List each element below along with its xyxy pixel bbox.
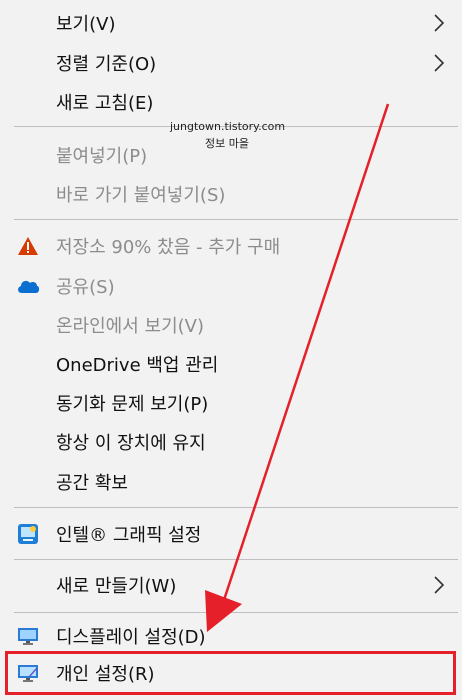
- display-monitor-icon: [16, 624, 40, 648]
- menu-separator: [14, 559, 458, 560]
- menu-item-onedrive-backup[interactable]: OneDrive 백업 관리: [0, 345, 462, 383]
- menu-item-label: 정렬 기준(O): [56, 54, 157, 75]
- menu-item-sync-issues[interactable]: 동기화 문제 보기(P): [0, 384, 462, 422]
- chevron-right-icon: [434, 14, 445, 32]
- menu-item-label: 항상 이 장치에 유지: [56, 433, 206, 454]
- chevron-right-icon: [434, 54, 445, 72]
- menu-item-intel-graphics[interactable]: 인텔® 그래픽 설정: [0, 515, 462, 553]
- menu-item-view-online[interactable]: 온라인에서 보기(V): [0, 306, 462, 344]
- menu-item-paste[interactable]: 붙여넣기(P): [0, 136, 462, 174]
- menu-item-new[interactable]: 새로 만들기(W): [0, 566, 462, 604]
- intel-graphics-icon: [16, 522, 40, 546]
- menu-separator: [14, 219, 458, 220]
- onedrive-cloud-icon: [16, 274, 40, 298]
- context-menu: 보기(V) 정렬 기준(O) 새로 고침(E) jungtown.tistory…: [0, 0, 462, 700]
- menu-item-paste-shortcut[interactable]: 바로 가기 붙여넣기(S): [0, 175, 462, 213]
- menu-item-always-keep[interactable]: 항상 이 장치에 유지: [0, 423, 462, 461]
- menu-item-sort-by[interactable]: 정렬 기준(O): [0, 44, 462, 82]
- menu-item-refresh[interactable]: 새로 고침(E): [0, 83, 462, 121]
- menu-item-label: 인텔® 그래픽 설정: [56, 525, 202, 546]
- menu-item-label: 붙여넣기(P): [56, 146, 148, 167]
- menu-item-free-space[interactable]: 공간 확보: [0, 463, 462, 501]
- menu-item-label: 저장소 90% 찼음 - 추가 구매: [56, 237, 281, 258]
- menu-item-display-settings[interactable]: 디스플레이 설정(D): [0, 617, 462, 655]
- menu-item-label: 온라인에서 보기(V): [56, 316, 204, 337]
- menu-item-view[interactable]: 보기(V): [0, 4, 462, 42]
- menu-item-label: 새로 고침(E): [56, 93, 154, 114]
- menu-separator: [14, 507, 458, 508]
- menu-item-share[interactable]: 공유(S): [0, 267, 462, 305]
- warning-icon: [16, 234, 40, 258]
- menu-item-label: 공간 확보: [56, 473, 128, 494]
- menu-item-storage-full[interactable]: 저장소 90% 찼음 - 추가 구매: [0, 227, 462, 265]
- menu-item-label: 바로 가기 붙여넣기(S): [56, 185, 226, 206]
- highlight-box: [5, 651, 456, 695]
- menu-separator: [14, 612, 458, 613]
- menu-item-label: 새로 만들기(W): [56, 576, 177, 597]
- menu-item-label: 보기(V): [56, 14, 116, 35]
- menu-item-label: 공유(S): [56, 277, 115, 298]
- chevron-right-icon: [434, 576, 445, 594]
- watermark-site: jungtown.tistory.com: [170, 120, 286, 133]
- menu-item-label: 디스플레이 설정(D): [56, 627, 206, 648]
- menu-item-label: 동기화 문제 보기(P): [56, 394, 209, 415]
- menu-item-label: OneDrive 백업 관리: [56, 355, 219, 376]
